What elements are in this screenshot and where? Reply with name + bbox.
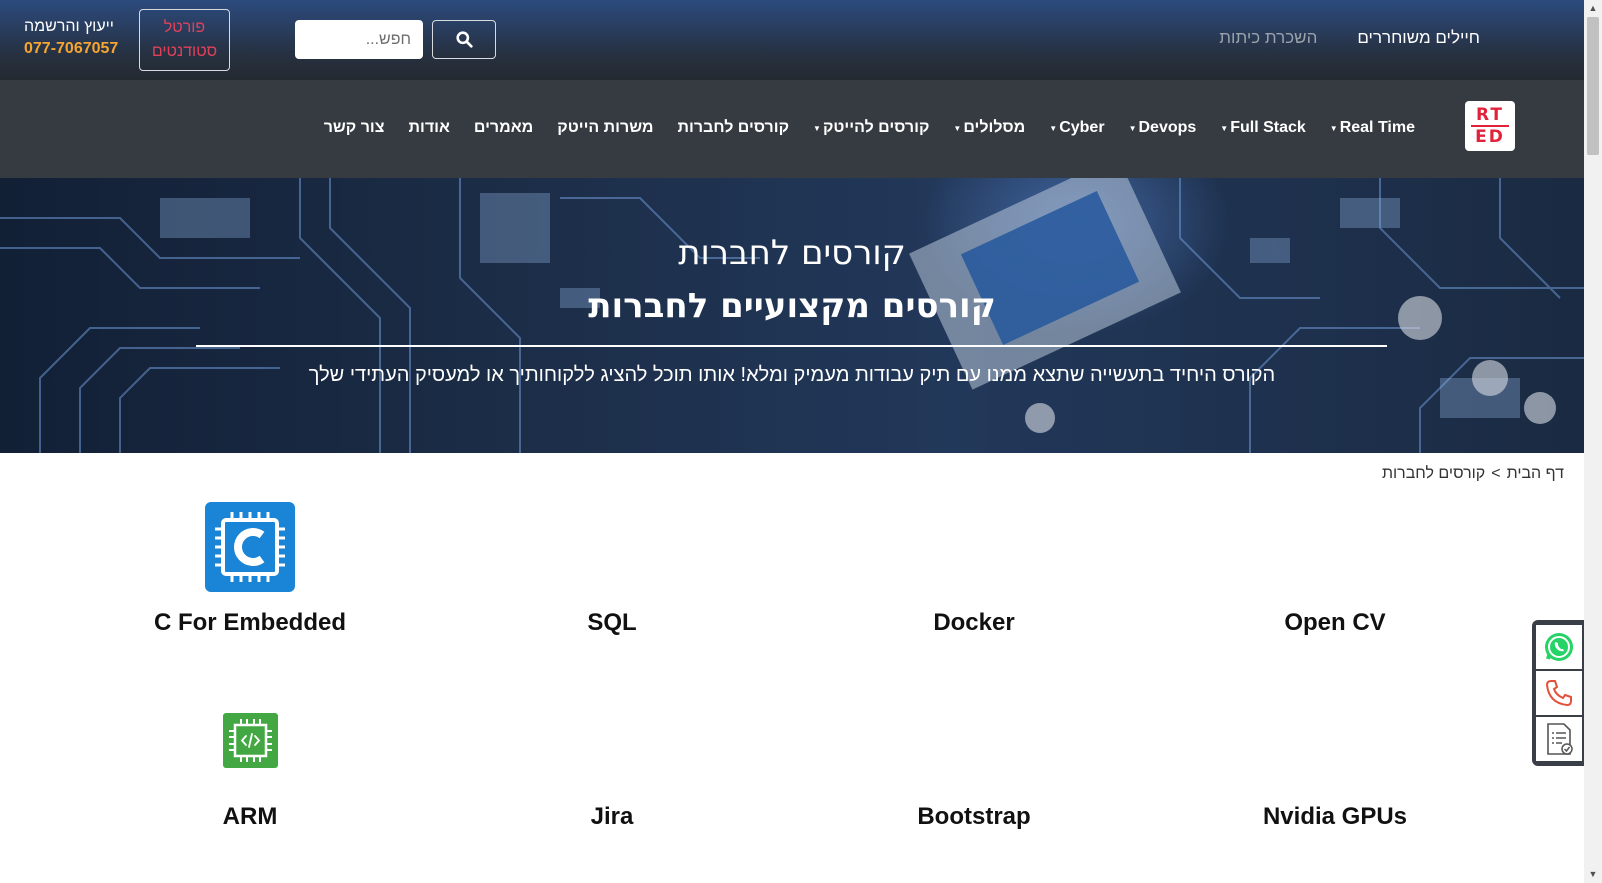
nav-item-tracks[interactable]: מסלולים ▼ bbox=[953, 119, 1025, 137]
course-title: C For Embedded bbox=[153, 609, 346, 636]
nav-item-devops[interactable]: Devops ▼ bbox=[1129, 119, 1197, 137]
contact-info: ייעוץ והרשמה 077-7067057 bbox=[24, 18, 118, 58]
nav-item-label: קורסים להייטק bbox=[822, 119, 930, 136]
top-link-discharged-soldiers[interactable]: חיילים משוחררים bbox=[1357, 28, 1480, 48]
portal-label-line2: סטודנטים bbox=[151, 43, 218, 60]
chevron-down-icon: ▼ bbox=[1220, 123, 1229, 133]
nav-item-label: Real Time bbox=[1339, 119, 1415, 136]
whatsapp-button[interactable] bbox=[1536, 625, 1582, 669]
search-button[interactable] bbox=[432, 20, 496, 59]
scroll-up-arrow-icon[interactable]: ▲ bbox=[1584, 0, 1602, 17]
nav-menu: Real Time ▼ Full Stack ▼ Devops ▼ Cyber ▼ מס… bbox=[324, 119, 1415, 137]
course-title: SQL bbox=[587, 609, 637, 636]
page-scrollbar[interactable]: ▲ ▼ bbox=[1584, 0, 1602, 883]
contact-phone[interactable]: 077-7067057 bbox=[24, 40, 118, 58]
chevron-down-icon: ▼ bbox=[1049, 123, 1058, 133]
chevron-down-icon: ▼ bbox=[813, 123, 821, 133]
nav-item-label: מסלולים bbox=[963, 119, 1026, 136]
phone-button[interactable] bbox=[1536, 671, 1582, 715]
phone-icon bbox=[1545, 680, 1572, 707]
whatsapp-icon bbox=[1545, 633, 1573, 661]
top-links: חיילים משוחררים השכרת כיתות bbox=[1219, 28, 1480, 48]
course-card-open-cv[interactable]: Open CV bbox=[1185, 609, 1485, 637]
chevron-down-icon: ▼ bbox=[953, 123, 962, 133]
nav-item-company-courses[interactable]: קורסים לחברות bbox=[678, 119, 789, 137]
nav-item-label: Devops bbox=[1138, 119, 1197, 136]
scroll-thumb[interactable] bbox=[1587, 17, 1599, 155]
course-title: Nvidia GPUs bbox=[1262, 803, 1408, 830]
course-card-sql[interactable]: SQL bbox=[462, 609, 762, 637]
nav-item-about[interactable]: אודות bbox=[409, 119, 450, 137]
nav-item-label: מאמרים bbox=[473, 119, 534, 136]
form-button[interactable] bbox=[1536, 717, 1582, 761]
course-title: Open CV bbox=[1284, 609, 1386, 636]
scroll-down-arrow-icon[interactable]: ▼ bbox=[1584, 866, 1602, 883]
course-card-c-for-embedded[interactable]: C For Embedded bbox=[100, 609, 400, 637]
top-link-classroom-rental[interactable]: השכרת כיתות bbox=[1219, 28, 1317, 48]
breadcrumb-separator: > bbox=[1491, 465, 1501, 482]
nav-item-label: אודות bbox=[408, 119, 450, 136]
portal-label-line1: פורטל bbox=[163, 19, 206, 36]
nav-item-label: Cyber bbox=[1059, 119, 1105, 136]
breadcrumb: דף הבית > קורסים לחברות bbox=[1382, 465, 1564, 483]
hero-divider bbox=[196, 345, 1387, 347]
code-chip-icon[interactable] bbox=[223, 713, 278, 773]
logo-text-bottom: ED bbox=[1475, 127, 1505, 147]
breadcrumb-current: קורסים לחברות bbox=[1381, 465, 1486, 482]
course-card-jira[interactable]: Jira bbox=[462, 803, 762, 831]
floating-contact-widget bbox=[1532, 620, 1586, 766]
search-form bbox=[295, 20, 496, 59]
nav-item-hitech-courses[interactable]: קורסים להייטק ▼ bbox=[813, 119, 929, 137]
course-card-bootstrap[interactable]: Bootstrap bbox=[824, 803, 1124, 831]
course-card-nvidia-gpus[interactable]: Nvidia GPUs bbox=[1185, 803, 1485, 831]
course-title: Docker bbox=[933, 609, 1015, 636]
chevron-down-icon: ▼ bbox=[1329, 123, 1338, 133]
hero-subtitle: קורסים מקצועיים לחברות bbox=[588, 286, 996, 326]
nav-item-label: Full Stack bbox=[1230, 119, 1306, 136]
nav-item-label: צור קשר bbox=[323, 119, 385, 136]
top-bar: חיילים משוחררים השכרת כיתות פורטל סטודנט… bbox=[0, 0, 1584, 80]
rted-logo[interactable]: RT ED bbox=[1465, 101, 1515, 151]
logo-text-top: RT bbox=[1476, 105, 1504, 125]
contact-label: ייעוץ והרשמה bbox=[24, 18, 114, 35]
chevron-down-icon: ▼ bbox=[1128, 123, 1137, 133]
nav-item-articles[interactable]: מאמרים bbox=[474, 119, 533, 137]
search-icon bbox=[455, 31, 473, 48]
course-card-docker[interactable]: Docker bbox=[824, 609, 1124, 637]
document-check-icon bbox=[1547, 723, 1573, 755]
hero-title: קורסים לחברות bbox=[678, 233, 906, 273]
breadcrumb-home[interactable]: דף הבית bbox=[1507, 465, 1564, 483]
main-nav: RT ED Real Time ▼ Full Stack ▼ Devops ▼ Cyb… bbox=[0, 80, 1584, 178]
nav-item-real-time[interactable]: Real Time ▼ bbox=[1330, 119, 1415, 137]
c-chip-icon[interactable] bbox=[205, 502, 295, 597]
nav-item-cyber[interactable]: Cyber ▼ bbox=[1049, 119, 1104, 137]
course-title: ARM bbox=[222, 803, 278, 830]
course-title: Jira bbox=[590, 803, 634, 830]
nav-item-label: קורסים לחברות bbox=[677, 119, 790, 136]
nav-item-full-stack[interactable]: Full Stack ▼ bbox=[1220, 119, 1306, 137]
student-portal-button[interactable]: פורטל סטודנטים bbox=[139, 9, 230, 71]
nav-item-label: משרות הייטק bbox=[557, 119, 654, 136]
course-title: Bootstrap bbox=[917, 803, 1031, 830]
hero-banner: קורסים לחברות קורסים מקצועיים לחברות הקו… bbox=[0, 178, 1584, 453]
nav-item-hitech-jobs[interactable]: משרות הייטק bbox=[557, 119, 653, 137]
search-input[interactable] bbox=[295, 20, 423, 59]
nav-item-contact[interactable]: צור קשר bbox=[324, 119, 385, 137]
hero-description: הקורס היחיד בתעשייה שתצא ממנו עם תיק עבו… bbox=[308, 364, 1276, 386]
course-card-arm[interactable]: ARM bbox=[100, 803, 400, 831]
